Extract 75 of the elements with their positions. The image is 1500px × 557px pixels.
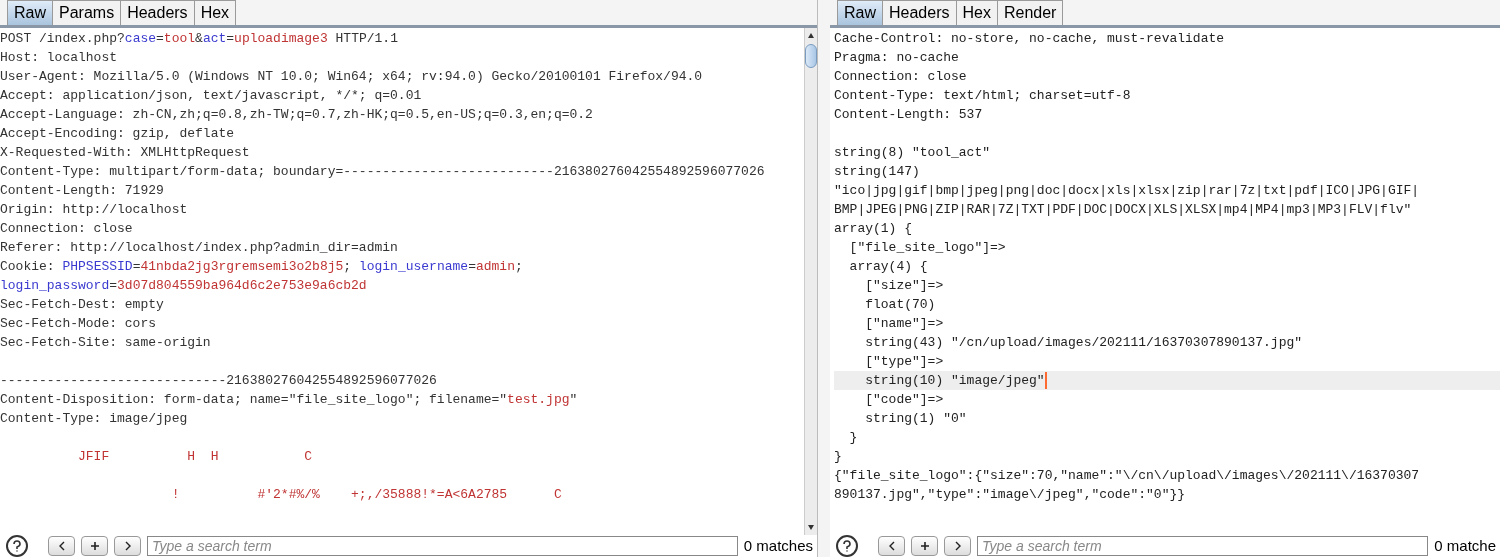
code-line: ! #'2*#%/% +;,/35888!*=A<6A2785 C: [170, 486, 562, 504]
code-line: ["size"]=>: [864, 277, 944, 295]
previous-button[interactable]: [48, 536, 75, 556]
code-line: array(1) {: [834, 220, 912, 238]
code-line: Accept-Language: zh-CN,zh;q=0.8,zh-TW;q=0.7,zh-HK;q=0.5,en-US;q=0.3,en;q=0.2: [0, 106, 593, 124]
code-line: string(1) "0": [864, 410, 967, 428]
code-line: User-Agent: Mozilla/5.0 (Windows NT 10.0; Win64; x64; rv:94.0) Gecko/20100101 Firefox/94.0: [0, 68, 703, 86]
code-line: POST /index.php?case=tool&act=uploadimage3 HTTP/1.1: [0, 30, 398, 48]
help-button[interactable]: [836, 535, 858, 557]
code-line: -----------------------------216380276042554892596077026: [0, 372, 437, 390]
code-line: ["name"]=>: [864, 315, 944, 333]
tab[interactable]: Render: [996, 0, 1064, 25]
tab[interactable]: Hex: [193, 0, 237, 25]
code-line: {"file_site_logo":{"size":70,"name":"\/cn\/upload\/images\/202111\/16370307: [834, 467, 1420, 485]
code-line: Host: localhost: [0, 49, 118, 67]
code-line: login_password=3d07d804559ba964d6c2e753e9a6cb2d: [0, 277, 367, 295]
add-button[interactable]: [81, 536, 108, 556]
code-line: string(147): [834, 163, 920, 181]
code-line: Accept: application/json, text/javascript, */*; q=0.01: [0, 87, 422, 105]
code-line: Connection: close: [834, 68, 967, 86]
plus-icon: [919, 541, 930, 551]
code-line: Content-Length: 537: [834, 106, 983, 124]
code-line: string(8) "tool_act": [834, 144, 991, 162]
down-arrow-icon: [807, 523, 815, 531]
code-line: Content-Type: multipart/form-data; boundary=---------------------------216380276042554892596077026: [0, 163, 765, 181]
code-line: Origin: http://localhost: [0, 201, 188, 219]
code-line: Pragma: no-cache: [834, 49, 959, 67]
help-button[interactable]: [6, 535, 28, 557]
code-line: Cache-Control: no-store, no-cache, must-revalidate: [834, 30, 1225, 48]
tab[interactable]: Raw: [7, 0, 53, 25]
code-line: Content-Type: text/html; charset=utf-8: [834, 87, 1131, 105]
previous-button[interactable]: [878, 536, 905, 556]
text-cursor: [1044, 372, 1047, 389]
code-line: }: [848, 429, 858, 447]
code-line: 890137.jpg","type":"image\/jpeg","code":"0"}}: [834, 486, 1186, 504]
search-field[interactable]: Type a search term: [977, 536, 1429, 556]
match-count: 0 matche: [1434, 535, 1497, 556]
next-button[interactable]: [944, 536, 971, 556]
chevron-left-icon: [887, 541, 896, 551]
scrollbar[interactable]: [804, 28, 817, 535]
code-line: ["type"]=>: [864, 353, 944, 371]
code-line: Content-Disposition: form-data; name="file_site_logo"; filename="test.jpg": [0, 391, 578, 409]
code-line: Accept-Encoding: gzip, deflate: [0, 125, 235, 143]
code-line: Sec-Fetch-Mode: cors: [0, 315, 157, 333]
plus-icon: [89, 541, 100, 551]
help-icon: [12, 540, 22, 552]
scrollbar-thumb[interactable]: [805, 44, 817, 68]
code-line: string(43) "/cn/upload/images/202111/16370307890137.jpg": [864, 334, 1303, 352]
match-count: 0 matches: [743, 535, 814, 556]
code-line: ["file_site_logo"]=>: [848, 239, 1006, 257]
add-button[interactable]: [911, 536, 938, 556]
code-line: JFIF H H C: [77, 448, 313, 466]
code-line: Content-Length: 71929: [0, 182, 164, 200]
chevron-right-icon: [123, 541, 132, 551]
code-line: array(4) {: [848, 258, 928, 276]
code-line: BMP|JPEG|PNG|ZIP|RAR|7Z|TXT|PDF|DOC|DOCX|XLS|XLSX|mp4|MP4|mp3|MP3|FLV|flv": [834, 201, 1412, 219]
help-icon: [842, 540, 852, 552]
chevron-right-icon: [953, 541, 962, 551]
chevron-left-icon: [57, 541, 66, 551]
next-button[interactable]: [114, 536, 141, 556]
code-line: Connection: close: [0, 220, 133, 238]
code-line: }: [834, 448, 842, 466]
code-line: Sec-Fetch-Dest: empty: [0, 296, 164, 314]
tab[interactable]: Raw: [837, 0, 883, 25]
code-line: "ico|jpg|gif|bmp|jpeg|png|doc|docx|xls|xlsx|zip|rar|7z|txt|pdf|ICO|JPG|GIF|: [834, 182, 1420, 200]
code-line: Sec-Fetch-Site: same-origin: [0, 334, 211, 352]
up-arrow-icon: [807, 32, 815, 40]
code-line: Cookie: PHPSESSID=41nbda2jg3rgremsemi3o2b8j5; login_username=admin;: [0, 258, 523, 276]
code-line: float(70): [864, 296, 936, 314]
code-line: string(10) "image/jpeg": [864, 372, 1045, 390]
search-field[interactable]: Type a search term: [147, 536, 738, 556]
code-line: ["code"]=>: [864, 391, 944, 409]
code-line: X-Requested-With: XMLHttpRequest: [0, 144, 250, 162]
code-line: Content-Type: image/jpeg: [0, 410, 188, 428]
code-line: Referer: http://localhost/index.php?admin_dir=admin: [0, 239, 398, 257]
